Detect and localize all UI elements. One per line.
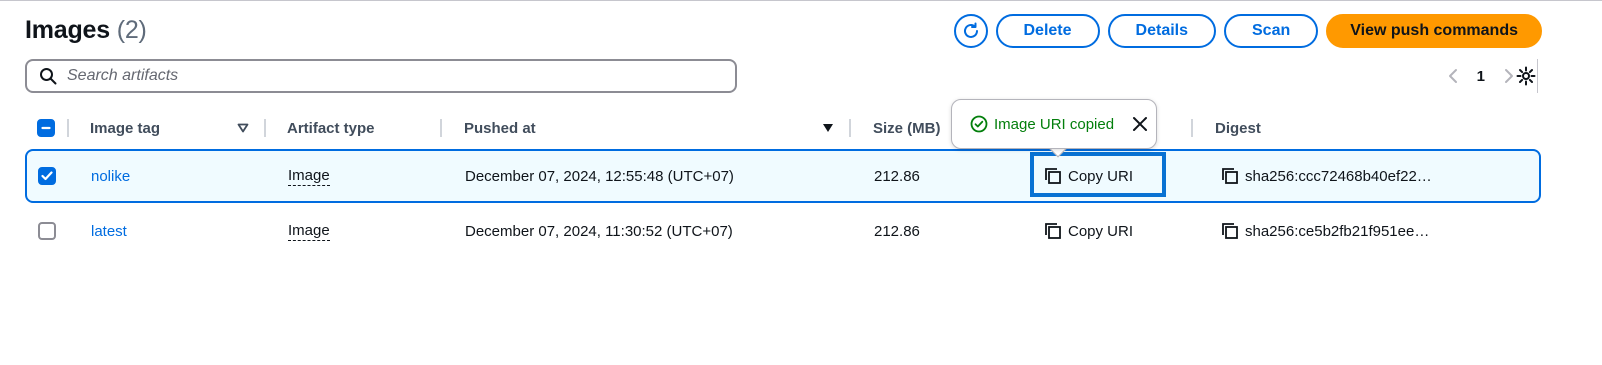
column-divider bbox=[67, 119, 69, 137]
table-row[interactable]: latest Image December 07, 2024, 11:30:52… bbox=[25, 204, 1541, 258]
copy-success-popover: Image URI copied bbox=[951, 99, 1157, 149]
copy-icon bbox=[1222, 168, 1238, 184]
digest-copy[interactable]: sha256:ce5b2fb21f951ee… bbox=[1221, 206, 1429, 256]
success-check-circle-icon bbox=[970, 115, 988, 133]
column-divider bbox=[440, 119, 442, 137]
column-header-pushed-at[interactable]: Pushed at bbox=[464, 112, 536, 144]
popover-message: Image URI copied bbox=[994, 115, 1115, 133]
copy-uri-label: Copy URI bbox=[1068, 222, 1134, 240]
column-header-artifact-type: Artifact type bbox=[287, 119, 375, 137]
pushed-at: December 07, 2024, 11:30:52 (UTC+07) bbox=[465, 222, 733, 240]
search-input[interactable] bbox=[67, 67, 707, 85]
search-icon bbox=[40, 68, 57, 85]
column-header-image-tag[interactable]: Image tag bbox=[90, 112, 160, 144]
digest-value: sha256:ce5b2fb21f951ee… bbox=[1245, 222, 1430, 240]
refresh-icon bbox=[963, 22, 978, 38]
column-divider bbox=[1191, 119, 1193, 137]
page-title-text: Images bbox=[25, 16, 110, 44]
image-tag-link[interactable]: latest bbox=[91, 206, 127, 256]
search-box[interactable] bbox=[25, 59, 737, 93]
minus-icon bbox=[41, 126, 51, 130]
artifact-type[interactable]: Image bbox=[288, 167, 330, 186]
sort-icon-image-tag[interactable] bbox=[237, 112, 249, 144]
column-header-size: Size (MB) bbox=[873, 119, 941, 137]
current-page[interactable]: 1 bbox=[1477, 68, 1485, 85]
chevron-right-icon[interactable] bbox=[1503, 68, 1515, 84]
table-header: Image tag Artifact type Pushed at Size (… bbox=[25, 112, 1541, 144]
row-checkbox-box bbox=[38, 167, 56, 185]
page-title: Images (2) bbox=[25, 16, 147, 45]
sort-triangle-outline-icon bbox=[237, 123, 249, 133]
digest-value: sha256:ccc72468b40ef22… bbox=[1245, 167, 1432, 185]
gear-icon bbox=[1516, 66, 1536, 86]
select-all-indeterminate bbox=[37, 119, 55, 137]
column-header-digest: Digest bbox=[1215, 119, 1261, 137]
scan-button[interactable]: Scan bbox=[1224, 14, 1319, 48]
close-icon[interactable] bbox=[1132, 116, 1148, 132]
image-tag-link[interactable]: nolike bbox=[91, 151, 130, 201]
copy-uri-button[interactable]: Copy URI bbox=[1044, 206, 1133, 256]
copy-icon bbox=[1045, 223, 1061, 239]
view-push-commands-button[interactable]: View push commands bbox=[1326, 14, 1542, 48]
pagination-divider bbox=[1537, 59, 1538, 93]
refresh-button[interactable] bbox=[953, 14, 988, 48]
copy-uri-focus-ring bbox=[1030, 152, 1166, 197]
column-divider bbox=[264, 119, 266, 137]
sort-triangle-filled-icon bbox=[823, 124, 833, 132]
row-checkbox[interactable] bbox=[38, 206, 56, 256]
select-all-checkbox[interactable] bbox=[37, 112, 55, 144]
details-button[interactable]: Details bbox=[1107, 14, 1216, 48]
sort-icon-pushed-at[interactable] bbox=[822, 112, 834, 144]
header-actions: Delete Details Scan View push commands bbox=[953, 14, 1542, 48]
delete-button[interactable]: Delete bbox=[995, 14, 1100, 48]
table-row[interactable]: nolike Image December 07, 2024, 12:55:48… bbox=[25, 149, 1541, 203]
preferences-button[interactable] bbox=[1516, 66, 1536, 91]
digest-copy[interactable]: sha256:ccc72468b40ef22… bbox=[1221, 151, 1432, 201]
size-mb: 212.86 bbox=[874, 167, 920, 185]
row-checkbox[interactable] bbox=[38, 151, 56, 201]
column-divider bbox=[849, 119, 851, 137]
artifact-type[interactable]: Image bbox=[288, 222, 330, 241]
copy-icon bbox=[1222, 223, 1238, 239]
image-count: (2) bbox=[116, 16, 147, 44]
row-checkbox-box bbox=[38, 222, 56, 240]
top-divider bbox=[0, 0, 1602, 1]
size-mb: 212.86 bbox=[874, 222, 920, 240]
pushed-at: December 07, 2024, 12:55:48 (UTC+07) bbox=[465, 167, 734, 185]
checkmark-icon bbox=[41, 171, 53, 181]
chevron-left-icon[interactable] bbox=[1447, 68, 1459, 84]
